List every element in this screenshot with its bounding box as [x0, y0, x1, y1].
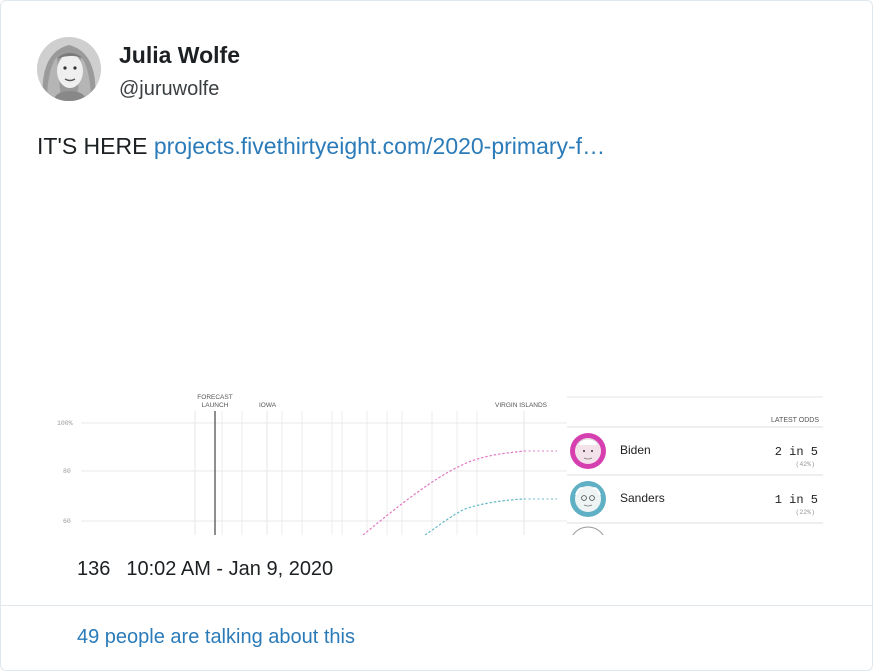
odds-sanders: 1 in 5: [775, 493, 818, 507]
like-count[interactable]: 136: [77, 558, 110, 580]
event-label-iowa: IOWA: [259, 402, 277, 409]
event-label-launch: LAUNCH: [202, 402, 229, 409]
pct-biden: (42%): [795, 461, 815, 468]
candidate-name-sanders: Sanders: [620, 491, 665, 505]
talking-about-link[interactable]: 49 people are talking about this: [77, 626, 355, 649]
tweet-text: IT'S HERE: [37, 133, 148, 159]
event-label-virgin-islands: VIRGIN ISLANDS: [495, 402, 548, 409]
footer-divider: [1, 605, 872, 606]
tweet-header: Julia Wolfe @juruwolfe: [37, 37, 637, 103]
y-tick-100: 100%: [57, 420, 73, 427]
sanders-avatar-icon: [570, 481, 606, 517]
author-name[interactable]: Julia Wolfe: [119, 42, 240, 69]
author-avatar[interactable]: [37, 37, 101, 101]
tweet-media-card[interactable]: FORECAST LAUNCH IOWA VIRGIN ISLANDS 100%…: [37, 389, 823, 535]
forecast-preview-image: FORECAST LAUNCH IOWA VIRGIN ISLANDS 100%…: [57, 394, 823, 535]
candidate-name-biden: Biden: [620, 443, 651, 457]
tweet-link[interactable]: projects.fivethirtyeight.com/2020-primar…: [154, 133, 605, 159]
tweet-card: Julia Wolfe @juruwolfe IT'S HERE project…: [0, 0, 873, 671]
latest-odds-header: LATEST ODDS: [771, 417, 819, 424]
tweet-body: IT'S HERE projects.fivethirtyeight.com/2…: [37, 131, 605, 161]
avatar-portrait-icon: [37, 37, 101, 101]
event-label-forecast: FORECAST: [197, 394, 232, 401]
y-tick-60: 60: [63, 518, 71, 525]
author-handle[interactable]: @juruwolfe: [119, 78, 219, 101]
pct-sanders: (22%): [795, 509, 815, 516]
y-tick-80: 80: [63, 468, 71, 475]
sanders-line: [424, 498, 525, 535]
odds-biden: 2 in 5: [775, 445, 818, 459]
tweet-timestamp[interactable]: 10:02 AM - Jan 9, 2020: [126, 558, 333, 580]
tweet-meta: 136 10:02 AM - Jan 9, 2020: [77, 558, 333, 581]
biden-avatar-icon: [570, 433, 606, 469]
